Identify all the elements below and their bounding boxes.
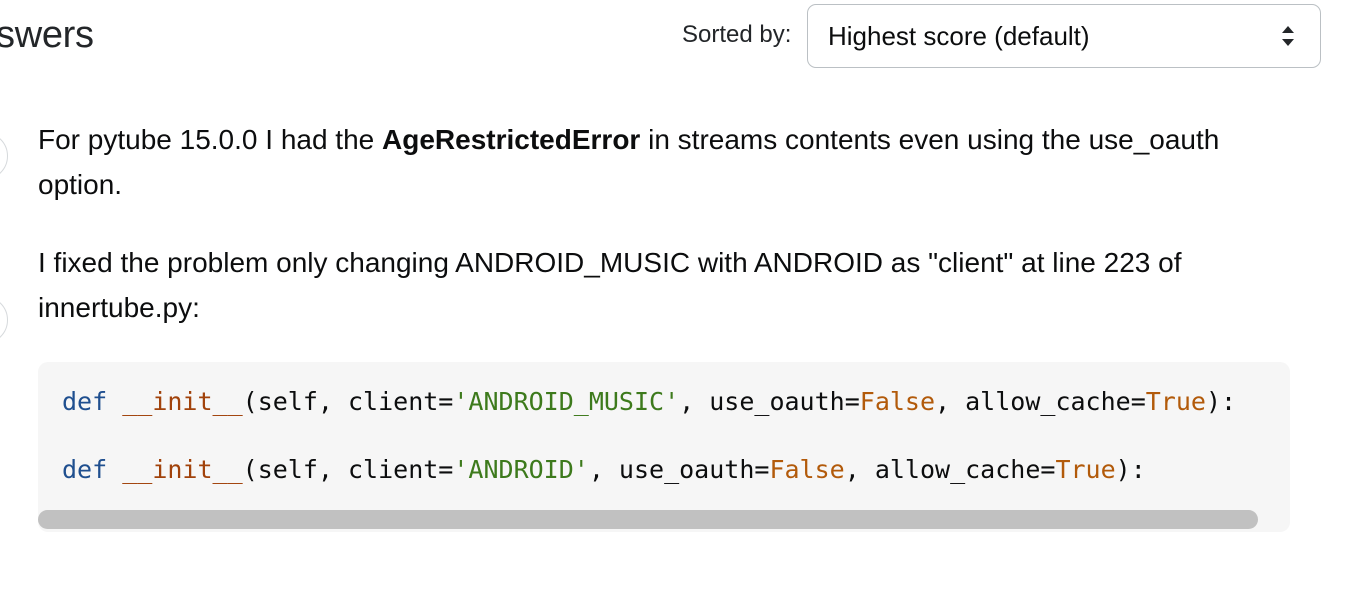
- answers-heading: swers: [0, 14, 94, 56]
- vote-down-button[interactable]: [0, 296, 8, 344]
- error-name: AgeRestrictedError: [382, 124, 641, 155]
- sort-selected-value: Highest score (default): [828, 20, 1090, 51]
- answer-paragraph-1: For pytube 15.0.0 I had the AgeRestricte…: [38, 124, 1220, 200]
- horizontal-scrollbar[interactable]: [38, 508, 1290, 532]
- answer-paragraph-2: I fixed the problem only changing ANDROI…: [38, 247, 1182, 323]
- code-block: def __init__(self, client='ANDROID_MUSIC…: [38, 362, 1290, 532]
- answer-page: swers Sorted by: Highest score (default)…: [0, 0, 1358, 592]
- sort-label: Sorted by:: [682, 21, 792, 48]
- answer-body: For pytube 15.0.0 I had the AgeRestricte…: [38, 117, 1308, 363]
- code-line-1: def __init__(self, client='ANDROID_MUSIC…: [62, 387, 1237, 416]
- sort-select[interactable]: Highest score (default): [807, 4, 1321, 68]
- sort-arrows-icon: [1282, 26, 1294, 46]
- code-line-2: def __init__(self, client='ANDROID', use…: [62, 455, 1146, 484]
- scrollbar-thumb[interactable]: [38, 510, 1258, 529]
- vote-up-button[interactable]: [0, 132, 8, 180]
